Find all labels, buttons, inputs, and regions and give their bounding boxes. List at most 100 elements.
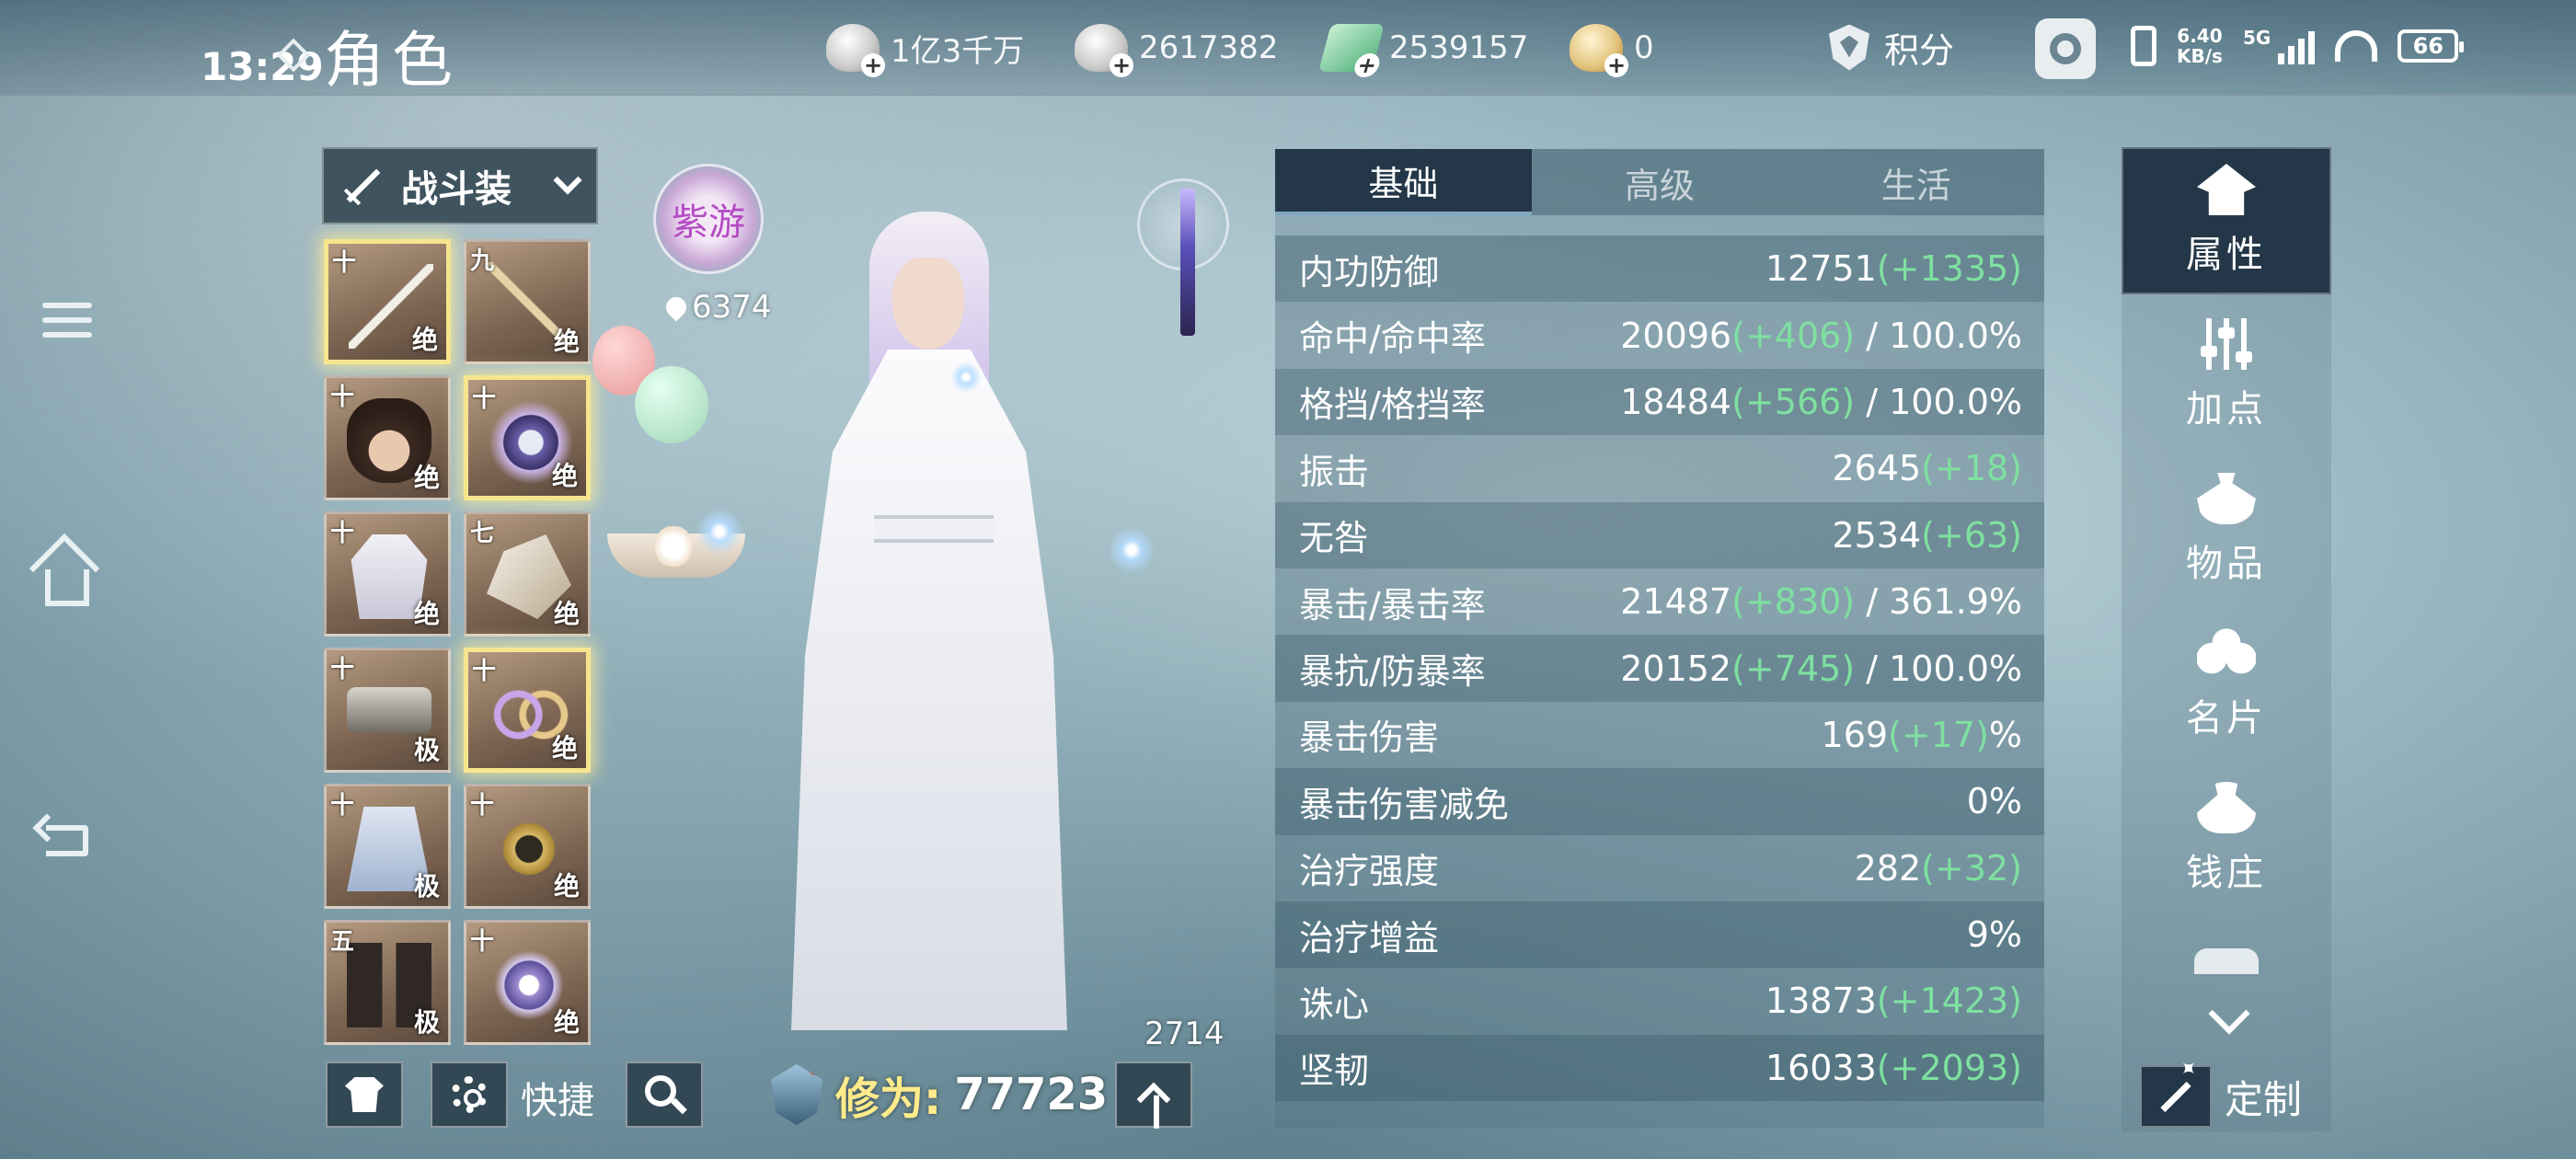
- character-sash: [874, 515, 994, 543]
- currency-silver[interactable]: + 2617382: [1075, 22, 1278, 77]
- magnify-icon: [645, 1075, 676, 1107]
- equipment-slot[interactable]: 十绝: [464, 784, 591, 909]
- outfit-dropdown[interactable]: 战斗装: [322, 147, 598, 224]
- stat-value: 13873(+1423): [1765, 981, 2022, 1021]
- home-icon[interactable]: [37, 552, 98, 607]
- system-settings-button[interactable]: [2035, 18, 2096, 79]
- equipment-slot[interactable]: 十绝: [324, 239, 451, 364]
- side-item-more[interactable]: [2122, 920, 2331, 1003]
- menu-icon[interactable]: [37, 293, 98, 348]
- equipment-slot[interactable]: 十绝: [464, 375, 591, 500]
- equipment-slot[interactable]: 九绝: [464, 239, 591, 364]
- currency-gold[interactable]: + 0: [1570, 22, 1654, 77]
- arrow-up-icon: [1136, 1082, 1171, 1117]
- scroll-down-icon[interactable]: [2202, 1012, 2250, 1032]
- equipment-slot[interactable]: 十绝: [464, 648, 591, 773]
- guild-emblem[interactable]: 紫游: [653, 164, 764, 274]
- equipment-slot[interactable]: 七绝: [464, 511, 591, 637]
- stat-row[interactable]: 暴击/暴击率 21487(+830) / 361.9%: [1275, 568, 2044, 636]
- stat-name: 暴抗/防暴率: [1299, 651, 1486, 693]
- equipment-slot[interactable]: 十极: [324, 784, 451, 909]
- stat-row[interactable]: 格挡/格挡率 18484(+566) / 100.0%: [1275, 368, 2044, 436]
- stat-row[interactable]: 命中/命中率 20096(+406) / 100.0%: [1275, 302, 2044, 369]
- net-speed: 6.40 KB/s: [2177, 26, 2223, 66]
- stat-bonus: (+2093): [1876, 1047, 2022, 1088]
- page-title-group: 角色: [276, 11, 460, 99]
- slot-level: 十: [472, 658, 497, 685]
- stat-row[interactable]: 暴抗/防暴率 20152(+745) / 100.0%: [1275, 635, 2044, 702]
- hand-icon: [2194, 948, 2259, 974]
- top-bar: 13:29 角色 + 1亿3千万 + 2617382 + 2539157 + 0…: [0, 0, 2576, 96]
- stat-value: 20152(+745) / 100.0%: [1620, 648, 2022, 689]
- belt-item-icon: [347, 687, 431, 733]
- stat-base: 20152: [1620, 648, 1732, 689]
- silver-ingot-icon: +: [1075, 24, 1133, 77]
- slot-grade: 绝: [553, 599, 580, 629]
- stats-tab[interactable]: 生活: [1788, 149, 2045, 215]
- emblem-text: 紫游: [672, 201, 745, 244]
- equipment-slot[interactable]: 五极: [324, 920, 451, 1045]
- side-item[interactable]: 属性: [2122, 147, 2331, 294]
- currency-jade[interactable]: + 2539157: [1318, 22, 1528, 78]
- slot-level: 十: [330, 792, 355, 820]
- stat-row[interactable]: 内功防御 12751(+1335): [1275, 235, 2044, 303]
- stats-tab[interactable]: 高级: [1531, 149, 1788, 215]
- stat-row[interactable]: 坚韧 16033(+2093): [1275, 1034, 2044, 1102]
- equipment-grid: 十绝九绝十绝十绝十绝七绝十极十绝十极十绝五极十绝: [324, 239, 591, 1045]
- slot-level: 十: [330, 656, 355, 683]
- slot-level: 十: [470, 928, 495, 956]
- stat-base: 16033: [1765, 1047, 1877, 1088]
- stat-name: 格挡/格挡率: [1299, 384, 1486, 426]
- stat-name: 暴击伤害减免: [1299, 784, 1510, 825]
- stats-tab[interactable]: 基础: [1275, 149, 1532, 215]
- equipment-slot[interactable]: 十绝: [324, 375, 451, 500]
- currency-value: 0: [1634, 29, 1654, 66]
- customize-button[interactable]: 定制: [2140, 1065, 2302, 1128]
- weapon-preview[interactable]: [1137, 178, 1229, 336]
- side-item[interactable]: 钱庄: [2122, 765, 2331, 912]
- slot-level: 九: [470, 247, 495, 275]
- stat-value: 21487(+830) / 361.9%: [1620, 581, 2022, 622]
- cultivation-upgrade-button[interactable]: [1115, 1061, 1192, 1128]
- stat-row[interactable]: 治疗强度 282(+32): [1275, 834, 2044, 901]
- equipment-slot[interactable]: 十绝: [464, 920, 591, 1045]
- slot-grade: 绝: [413, 463, 440, 493]
- points-label: 积分: [1884, 30, 1955, 71]
- stat-suffix: / 100.0%: [1855, 381, 2022, 422]
- stat-bonus: (+406): [1731, 315, 1856, 356]
- slot-level: 七: [470, 520, 495, 547]
- stat-bonus: (+1423): [1876, 981, 2022, 1022]
- stat-row[interactable]: 诛心 13873(+1423): [1275, 968, 2044, 1035]
- stat-row[interactable]: 治疗增益 9%: [1275, 901, 2044, 969]
- stat-suffix: / 361.9%: [1855, 581, 2022, 623]
- emblem-value: 6374: [661, 289, 772, 326]
- sparkle-effect: [948, 359, 984, 396]
- wardrobe-button[interactable]: [326, 1061, 403, 1128]
- points-button[interactable]: 积分: [1829, 22, 1954, 73]
- currency-coins[interactable]: + 1亿3千万: [826, 22, 1024, 77]
- stat-row[interactable]: 振击 2645(+18): [1275, 435, 2044, 502]
- back-icon[interactable]: [37, 813, 98, 868]
- gear-icon: [2050, 33, 2081, 64]
- stat-name: 诛心: [1299, 983, 1370, 1025]
- stat-row[interactable]: 无咎 2534(+63): [1275, 501, 2044, 568]
- stat-row[interactable]: 暴击伤害 169(+17)%: [1275, 701, 2044, 769]
- stats-tabs: 基础 高级 生活: [1275, 149, 2045, 215]
- equipment-slot[interactable]: 十极: [324, 648, 451, 773]
- balloon-decoration: [635, 366, 708, 443]
- slot-level: 十: [330, 520, 355, 547]
- quick-settings-button[interactable]: [431, 1061, 508, 1128]
- stat-row[interactable]: 暴击伤害减免 0%: [1275, 768, 2044, 835]
- side-item[interactable]: 加点: [2122, 302, 2331, 449]
- character-model: [773, 212, 1076, 1039]
- side-item-label: 物品: [2186, 543, 2267, 585]
- equipment-slot[interactable]: 十绝: [324, 511, 451, 637]
- side-item-label: 加点: [2186, 388, 2267, 430]
- side-item[interactable]: 名片: [2122, 611, 2331, 758]
- coin-stack-icon: +: [826, 24, 885, 77]
- side-item[interactable]: 物品: [2122, 456, 2331, 603]
- slot-level: 五: [330, 928, 355, 956]
- inspect-button[interactable]: [626, 1061, 703, 1128]
- slot-grade: 极: [413, 735, 440, 765]
- cultivation-icon: [771, 1064, 822, 1125]
